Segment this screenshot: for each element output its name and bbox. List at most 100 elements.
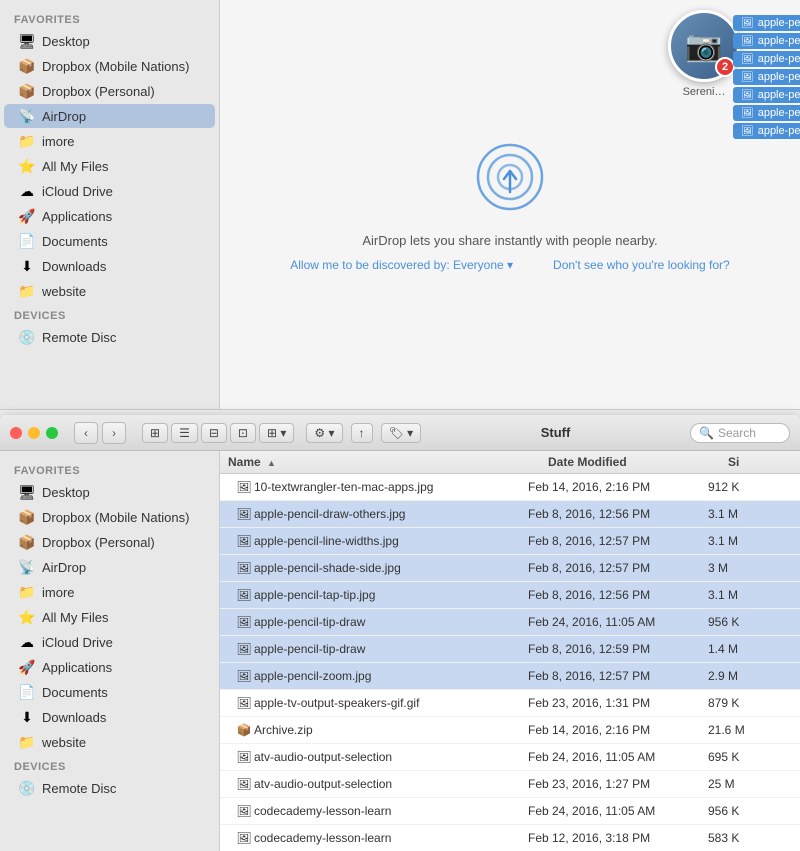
forward-button[interactable]: › (102, 422, 126, 444)
maximize-button[interactable] (46, 427, 58, 439)
file-name: atv-audio-output-selection (254, 750, 392, 764)
column-size-header[interactable]: Si (720, 455, 800, 469)
view-list-button[interactable]: ☰ (171, 423, 198, 443)
sidebar-item-airdrop[interactable]: 📡AirDrop (4, 104, 215, 128)
table-row[interactable]: 🖼codecademy-lesson-learnFeb 24, 2016, 11… (220, 798, 800, 825)
sidebar-label-all-my-files: All My Files (42, 159, 108, 174)
sidebar-icon-icloud-drive: ☁ (18, 182, 36, 200)
file-tag-name: apple-pencil-shade-side.jpg (758, 53, 800, 65)
close-button[interactable] (10, 427, 22, 439)
sidebar-item-website2[interactable]: 📁website (4, 730, 215, 754)
sidebar-item-applications[interactable]: 🚀Applications (4, 204, 215, 228)
sidebar-item-downloads2[interactable]: ⬇Downloads (4, 705, 215, 729)
file-rows: 🖼10-textwrangler-ten-mac-apps.jpgFeb 14,… (220, 474, 800, 851)
sidebar-item-dropbox-personal2[interactable]: 📦Dropbox (Personal) (4, 530, 215, 554)
table-row[interactable]: 🖼codecademy-lesson-learnFeb 12, 2016, 3:… (220, 825, 800, 851)
file-type-icon: 🖼 (234, 774, 254, 794)
sidebar-item-desktop[interactable]: 🖥Desktop (4, 29, 215, 53)
file-name: codecademy-lesson-learn (254, 804, 391, 818)
back-button[interactable]: ‹ (74, 422, 98, 444)
bottom-sidebar: Favorites🖥Desktop📦Dropbox (Mobile Nation… (0, 451, 220, 851)
file-name: codecademy-lesson-learn (254, 831, 391, 845)
file-name-cell: 🖼atv-audio-output-selection (220, 746, 520, 768)
sidebar-label-applications2: Applications (42, 660, 112, 675)
table-row[interactable]: 🖼apple-pencil-line-widths.jpgFeb 8, 2016… (220, 528, 800, 555)
table-row[interactable]: 🖼apple-pencil-tip-drawFeb 24, 2016, 11:0… (220, 609, 800, 636)
column-date-header[interactable]: Date Modified (540, 455, 720, 469)
file-date-cell: Feb 8, 2016, 12:56 PM (520, 587, 700, 603)
sidebar-item-dropbox-mobile2[interactable]: 📦Dropbox (Mobile Nations) (4, 505, 215, 529)
sidebar-item-dropbox-personal[interactable]: 📦Dropbox (Personal) (4, 79, 215, 103)
table-row[interactable]: 🖼apple-pencil-zoom.jpgFeb 8, 2016, 12:57… (220, 663, 800, 690)
file-name-cell: 🖼apple-pencil-shade-side.jpg (220, 557, 520, 579)
file-type-icon: 🖼 (234, 666, 254, 686)
help-link[interactable]: Don't see who you're looking for? (553, 258, 730, 272)
sidebar-item-imore2[interactable]: 📁imore (4, 580, 215, 604)
finder-bottom-window: ‹ › ⊞ ☰ ⊟ ⊡ ⊞ ▾ ⚙ ▾ ↑ 🏷 ▾ Stuff 🔍 Search… (0, 415, 800, 851)
file-tag-icon: 🖼 (741, 108, 754, 119)
sidebar-item-documents[interactable]: 📄Documents (4, 229, 215, 253)
sidebar-item-desktop2[interactable]: 🖥Desktop (4, 480, 215, 504)
search-box[interactable]: 🔍 Search (690, 423, 790, 443)
share-button[interactable]: ↑ (351, 423, 373, 443)
sidebar-label-airdrop2: AirDrop (42, 560, 86, 575)
sidebar-item-remote-disc[interactable]: 💿Remote Disc (4, 325, 215, 349)
view-icon-button[interactable]: ⊞ (142, 423, 168, 443)
table-row[interactable]: 🖼10-textwrangler-ten-mac-apps.jpgFeb 14,… (220, 474, 800, 501)
file-type-icon: 🖼 (234, 639, 254, 659)
sidebar-icon-remote-disc2: 💿 (18, 779, 36, 797)
table-row[interactable]: 📦Archive.zipFeb 14, 2016, 2:16 PM21.6 M (220, 717, 800, 744)
discovery-link[interactable]: Allow me to be discovered by: Everyone ▾ (290, 258, 513, 272)
action-button[interactable]: ⚙ ▾ (306, 423, 342, 443)
sidebar-item-icloud-drive[interactable]: ☁iCloud Drive (4, 179, 215, 203)
sidebar-item-remote-disc2[interactable]: 💿Remote Disc (4, 776, 215, 800)
sidebar-item-downloads[interactable]: ⬇Downloads (4, 254, 215, 278)
table-row[interactable]: 🖼atv-audio-output-selectionFeb 24, 2016,… (220, 744, 800, 771)
sidebar-label-downloads: Downloads (42, 259, 106, 274)
user-label: Sereni… (683, 86, 726, 98)
sidebar-item-documents2[interactable]: 📄Documents (4, 680, 215, 704)
sidebar-item-icloud-drive2[interactable]: ☁iCloud Drive (4, 630, 215, 654)
file-date-cell: Feb 8, 2016, 12:57 PM (520, 560, 700, 576)
sidebar-item-applications2[interactable]: 🚀Applications (4, 655, 215, 679)
sidebar-icon-dropbox-personal2: 📦 (18, 533, 36, 551)
file-date-cell: Feb 8, 2016, 12:57 PM (520, 668, 700, 684)
minimize-button[interactable] (28, 427, 40, 439)
column-name-header[interactable]: Name ▲ (220, 455, 540, 469)
sidebar-section-header: Favorites (0, 8, 219, 28)
sidebar-item-all-my-files2[interactable]: ⭐All My Files (4, 605, 215, 629)
sidebar-item-all-my-files[interactable]: ⭐All My Files (4, 154, 215, 178)
finder-top-window: Favorites🖥Desktop📦Dropbox (Mobile Nation… (0, 0, 800, 410)
sidebar-label-imore: imore (42, 134, 75, 149)
file-date-cell: Feb 8, 2016, 12:56 PM (520, 506, 700, 522)
sidebar-item-dropbox-mobile[interactable]: 📦Dropbox (Mobile Nations) (4, 54, 215, 78)
sidebar-label-downloads2: Downloads (42, 710, 106, 725)
file-list-container[interactable]: Name ▲ Date Modified Si 🖼10-textwrangler… (220, 451, 800, 851)
table-row[interactable]: 🖼apple-pencil-draw-others.jpgFeb 8, 2016… (220, 501, 800, 528)
file-type-icon: 🖼 (234, 747, 254, 767)
file-name: apple-pencil-line-widths.jpg (254, 534, 399, 548)
table-row[interactable]: 🖼apple-tv-output-speakers-gif.gifFeb 23,… (220, 690, 800, 717)
sidebar-icon-airdrop2: 📡 (18, 558, 36, 576)
file-size-cell: 695 K (700, 749, 800, 765)
table-row[interactable]: 🖼apple-pencil-tip-drawFeb 8, 2016, 12:59… (220, 636, 800, 663)
table-row[interactable]: 🖼atv-audio-output-selectionFeb 23, 2016,… (220, 771, 800, 798)
sidebar-label-documents: Documents (42, 234, 108, 249)
sidebar-icon-remote-disc: 💿 (18, 328, 36, 346)
file-name: apple-pencil-tap-tip.jpg (254, 588, 375, 602)
sidebar-label-dropbox-mobile2: Dropbox (Mobile Nations) (42, 510, 189, 525)
table-row[interactable]: 🖼apple-pencil-shade-side.jpgFeb 8, 2016,… (220, 555, 800, 582)
file-date-cell: Feb 14, 2016, 2:16 PM (520, 722, 700, 738)
finder-toolbar: ‹ › ⊞ ☰ ⊟ ⊡ ⊞ ▾ ⚙ ▾ ↑ 🏷 ▾ Stuff 🔍 Search (0, 415, 800, 451)
airdrop-logo-icon (470, 137, 550, 217)
view-size-button[interactable]: ⊞ ▾ (259, 423, 294, 443)
tag-button[interactable]: 🏷 ▾ (381, 423, 422, 443)
file-name: apple-pencil-tip-draw (254, 642, 365, 656)
sidebar-item-airdrop2[interactable]: 📡 AirDrop (4, 555, 215, 579)
sidebar-item-website[interactable]: 📁website (4, 279, 215, 303)
file-date-cell: Feb 24, 2016, 11:05 AM (520, 749, 700, 765)
sidebar-item-imore[interactable]: 📁imore (4, 129, 215, 153)
table-row[interactable]: 🖼apple-pencil-tap-tip.jpgFeb 8, 2016, 12… (220, 582, 800, 609)
view-column-button[interactable]: ⊟ (201, 423, 227, 443)
view-cover-button[interactable]: ⊡ (230, 423, 256, 443)
